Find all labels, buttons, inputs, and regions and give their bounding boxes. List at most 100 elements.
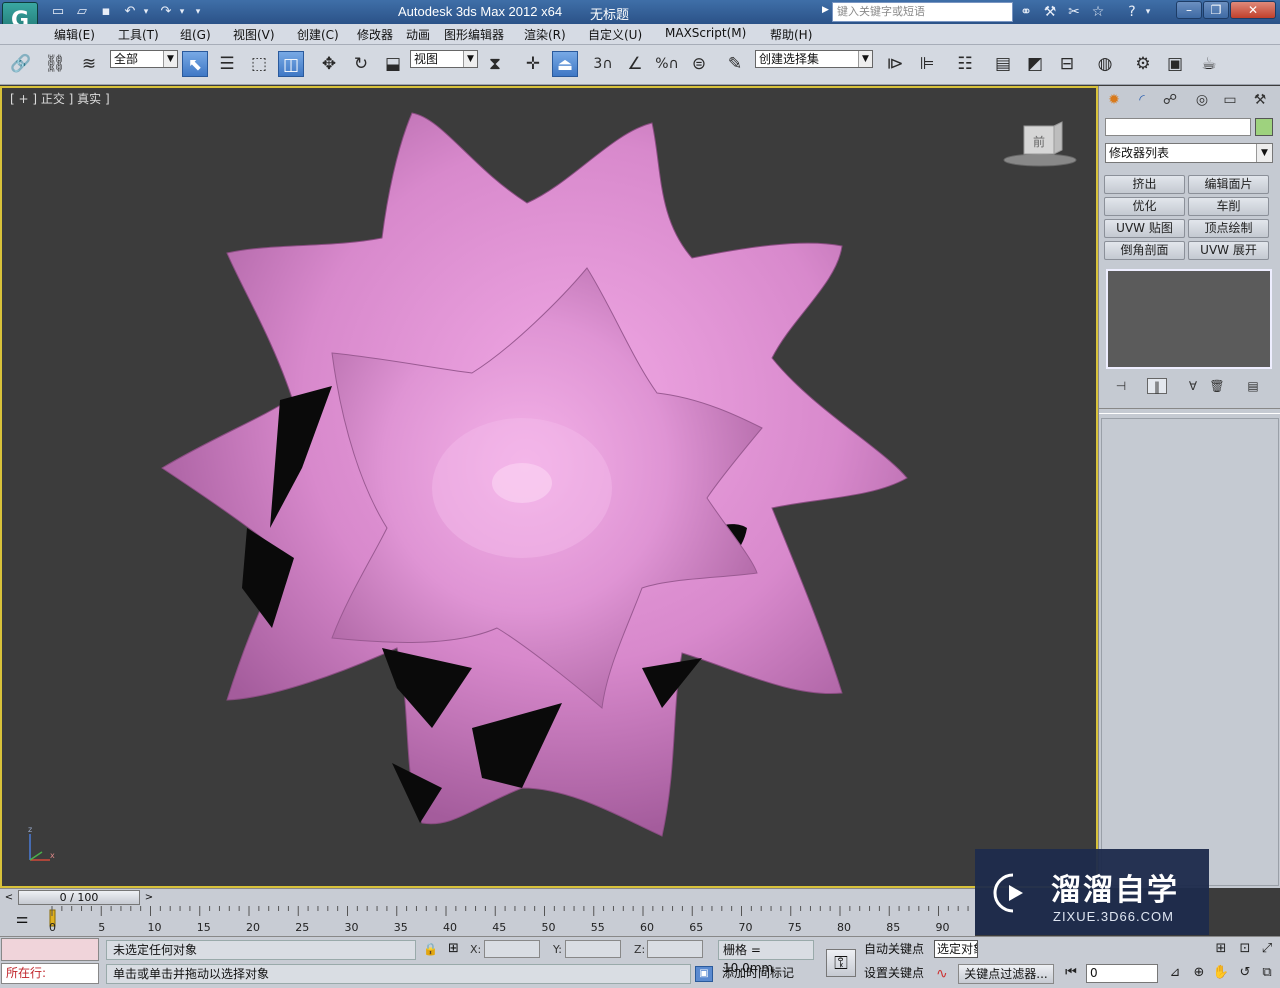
reference-coordinate-dropdown[interactable]: 视图 ▼ [410, 50, 478, 68]
select-and-rotate-icon[interactable]: ↻ [348, 51, 374, 77]
modifier-stack-view[interactable] [1106, 269, 1272, 369]
unwrap-uvw-button[interactable]: UVW 展开 [1188, 241, 1269, 260]
create-tab-icon[interactable]: ✹ [1103, 89, 1125, 111]
percent-snap-icon[interactable]: %∩ [654, 51, 680, 77]
render-setup-icon[interactable]: ⚙ [1130, 51, 1156, 77]
absolute-mode-transform-icon[interactable]: ⊞ [448, 941, 459, 956]
menu-customize[interactable]: 自定义(U) [588, 26, 642, 43]
lathe-button[interactable]: 车削 [1188, 197, 1269, 216]
zoom-region-icon[interactable]: ⊕ [1190, 964, 1208, 982]
new-file-icon[interactable]: ▭ [48, 3, 68, 21]
rectangular-selection-icon[interactable]: ⬚ [246, 51, 272, 77]
menu-rendering[interactable]: 渲染(R) [524, 26, 566, 43]
object-color-swatch[interactable] [1255, 118, 1273, 136]
select-manipulate-icon[interactable]: ✛ [520, 51, 546, 77]
menu-graph-editors[interactable]: 图形编辑器 [444, 26, 504, 43]
selection-filter-dropdown[interactable]: 全部 ▼ [110, 50, 178, 68]
field-of-view-icon[interactable]: ⊿ [1166, 964, 1184, 982]
menu-edit[interactable]: 编辑(E) [54, 26, 95, 43]
render-production-icon[interactable]: ☕ [1196, 51, 1222, 77]
zoom-extents-icon[interactable]: ⊡ [1236, 940, 1254, 958]
add-time-tag[interactable]: 添加时间标记 [720, 964, 816, 984]
selection-lock-icon[interactable]: 🔒 [423, 942, 438, 956]
pin-stack-icon[interactable]: ⊣ [1111, 378, 1131, 394]
script-listener-line[interactable]: 所在行: [1, 963, 99, 984]
next-frame-icon[interactable]: > [142, 891, 156, 905]
align-icon[interactable]: ⊫ [914, 51, 940, 77]
bevel-profile-button[interactable]: 倒角剖面 [1104, 241, 1185, 260]
unlink-icon[interactable]: ⛓ [42, 51, 68, 77]
menu-create[interactable]: 创建(C) [297, 26, 339, 43]
keyboard-shortcut-override-icon[interactable]: ⏏ [552, 51, 578, 77]
help-icon[interactable]: ? [1122, 3, 1142, 21]
quick-access-menu-icon[interactable]: ▾ [192, 3, 204, 21]
configure-modifier-sets-icon[interactable]: ▤ [1243, 378, 1263, 394]
select-and-scale-icon[interactable]: ⬓ [380, 51, 406, 77]
time-tag-icon[interactable]: ▣ [695, 966, 713, 982]
uvw-map-button[interactable]: UVW 贴图 [1104, 219, 1185, 238]
select-and-link-icon[interactable]: 🔗 [8, 51, 34, 77]
menu-tools[interactable]: 工具(T) [118, 26, 159, 43]
auto-key-button[interactable]: 自动关键点 [864, 940, 932, 960]
y-coord-field[interactable] [565, 940, 621, 958]
binoculars-icon[interactable]: ⚭ [1016, 3, 1036, 21]
mini-curve-editor-icon[interactable]: ⚌ [12, 911, 32, 929]
rendered-frame-window-icon[interactable]: ▣ [1162, 51, 1188, 77]
show-end-result-icon[interactable]: ‖ [1147, 378, 1167, 394]
select-by-name-icon[interactable]: ☰ [214, 51, 240, 77]
modifier-list-dropdown[interactable]: 修改器列表 ▼ [1105, 143, 1273, 163]
x-coord-field[interactable] [484, 940, 540, 958]
angle-snap-icon[interactable]: ∠ [622, 51, 648, 77]
remove-modifier-icon[interactable]: 🗑 [1207, 378, 1227, 394]
close-button[interactable]: ✕ [1230, 1, 1276, 19]
timeline-ruler[interactable]: 0 5 10 15 20 25 30 35 40 45 50 55 60 65 70 75 80 85 90 [46, 906, 975, 936]
favorites-icon[interactable]: ☆ [1088, 3, 1108, 21]
curve-editor-icon[interactable]: ◩ [1022, 51, 1048, 77]
restore-button[interactable]: ❐ [1203, 1, 1229, 19]
viewcube-icon[interactable]: 前 [1002, 120, 1078, 168]
undo-icon[interactable]: ↶ [120, 3, 140, 21]
spiky-sphere-object[interactable] [2, 88, 1096, 886]
pivot-center-icon[interactable]: ⧗ [482, 51, 508, 77]
perspective-viewport[interactable]: [ + ] 正交 ] 真实 ] 前 z x [0, 86, 1098, 888]
search-input[interactable]: 键入关键字或短语 [832, 2, 1013, 22]
display-tab-icon[interactable]: ▭ [1219, 89, 1241, 111]
object-name-field[interactable] [1105, 118, 1251, 136]
menu-maxscript[interactable]: MAXScript(M) [665, 26, 746, 40]
material-editor-icon[interactable]: ◍ [1092, 51, 1118, 77]
redo-dropdown-icon[interactable]: ▾ [176, 3, 188, 21]
spinner-snap-icon[interactable]: ⊜ [686, 51, 712, 77]
edit-named-selection-icon[interactable]: ✎ [722, 51, 748, 77]
subscription-icon[interactable]: ⚒ [1040, 3, 1060, 21]
menu-views[interactable]: 视图(V) [233, 26, 275, 43]
optimize-button[interactable]: 优化 [1104, 197, 1185, 216]
menu-help[interactable]: 帮助(H) [770, 26, 812, 43]
minimize-button[interactable]: – [1176, 1, 1202, 19]
set-key-icon[interactable]: ⚿ [826, 949, 856, 977]
extrude-button[interactable]: 挤出 [1104, 175, 1185, 194]
menu-group[interactable]: 组(G) [180, 26, 211, 43]
min-max-toggle-icon[interactable]: ⧉ [1258, 964, 1276, 982]
current-frame-field[interactable]: 0 [1086, 964, 1158, 983]
orbit-icon[interactable]: ↺ [1236, 964, 1254, 982]
key-filters-button[interactable]: 关键点过滤器... [958, 964, 1054, 984]
maximize-viewport-icon[interactable]: ⤢ [1258, 940, 1276, 958]
help-dropdown-icon[interactable]: ▾ [1142, 3, 1154, 21]
undo-dropdown-icon[interactable]: ▾ [140, 3, 152, 21]
key-mode-toggle-icon[interactable]: ⏮ [1062, 964, 1080, 982]
menu-modifiers[interactable]: 修改器 [357, 26, 393, 43]
open-file-icon[interactable]: ▱ [72, 3, 92, 21]
modify-tab-icon[interactable]: ◜ [1131, 89, 1153, 111]
vertex-paint-button[interactable]: 顶点绘制 [1188, 219, 1269, 238]
save-icon[interactable]: ▪ [96, 3, 116, 21]
set-key-button[interactable]: 设置关键点 [864, 964, 932, 984]
previous-frame-icon[interactable]: < [2, 891, 16, 905]
search-expand-icon[interactable]: ▶ [822, 5, 829, 15]
select-and-move-icon[interactable]: ✥ [316, 51, 342, 77]
mirror-icon[interactable]: ⧐ [882, 51, 908, 77]
layer-manager-icon[interactable]: ☷ [952, 51, 978, 77]
make-unique-icon[interactable]: ∀ [1183, 378, 1203, 394]
track-bar[interactable]: ⚌ 0 5 10 15 20 25 30 35 40 45 50 55 60 65 70 75 80 85 90 [0, 906, 975, 936]
window-crossing-icon[interactable]: ◫ [278, 51, 304, 77]
menu-animation[interactable]: 动画 [406, 26, 430, 43]
